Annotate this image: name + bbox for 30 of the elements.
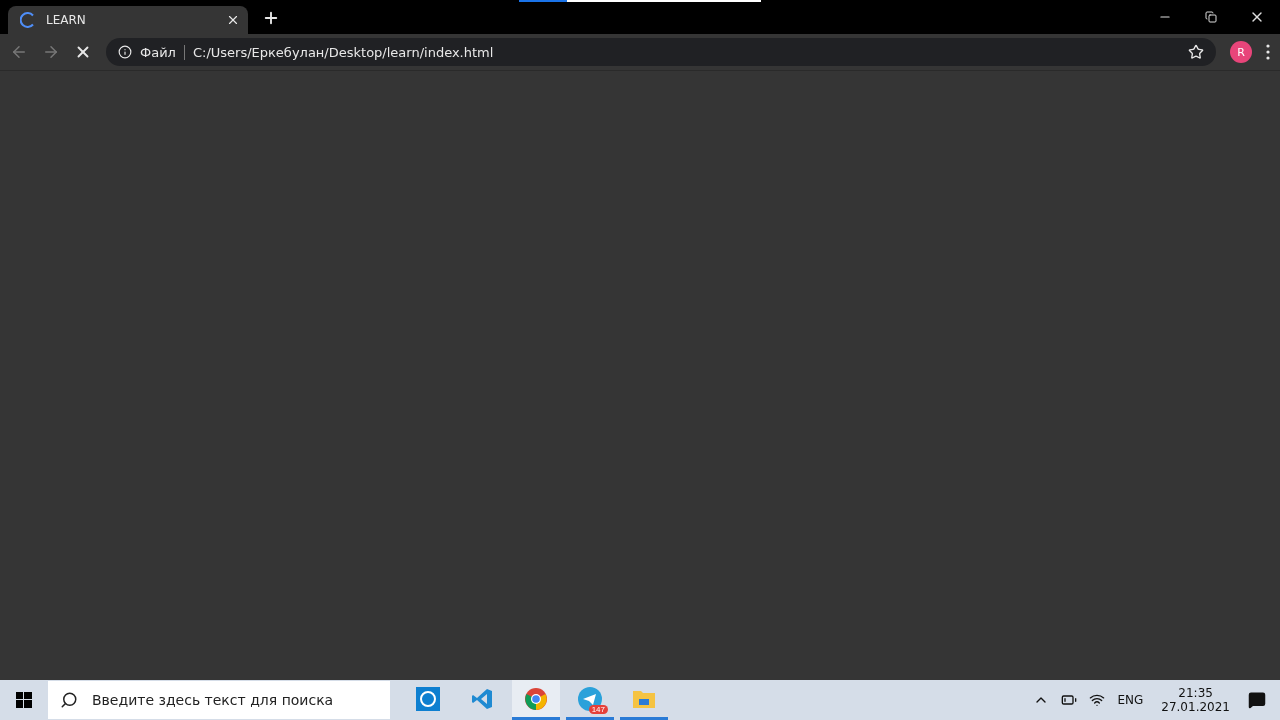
battery-icon[interactable] [1061,692,1078,708]
bookmark-star-button[interactable] [1188,44,1204,60]
url-text: C:/Users/Еркебулан/Desktop/learn/index.html [192,44,495,60]
new-tab-button[interactable] [262,9,280,27]
taskbar-app-button[interactable] [512,680,560,720]
info-icon [118,45,132,59]
forward-button[interactable] [42,43,60,61]
unread-count: 147 [588,705,608,714]
menu-icon [1266,44,1270,60]
code-editor-icon [470,686,494,711]
taskbar-search-field[interactable]: Введите здесь текст для поиска [48,681,390,719]
search-icon [60,691,78,709]
notifications-icon[interactable] [1248,691,1266,709]
restore-icon [1205,11,1217,23]
clock-time: 21:35 [1178,686,1213,700]
folder-icon [632,688,656,709]
address-bar[interactable]: Файл C:/Users/Еркебулан/Desktop/learn/index.html [106,38,1216,66]
menu-button[interactable] [1266,44,1270,60]
input-language[interactable]: ENG [1117,693,1144,707]
close-tab-button[interactable] [226,13,240,27]
browser-tab[interactable]: LEARN [8,6,248,34]
back-button[interactable] [10,43,28,61]
browser-icon [524,686,548,711]
windows-logo-icon [16,692,32,708]
clock-date: 27.01.2021 [1161,700,1230,714]
scheme-label: Файл [140,44,185,60]
tab-title: LEARN [46,13,87,27]
profile-avatar[interactable]: R [1230,41,1252,63]
taskbar-app-button[interactable]: 147 [566,680,614,720]
wifi-icon[interactable] [1089,692,1106,708]
